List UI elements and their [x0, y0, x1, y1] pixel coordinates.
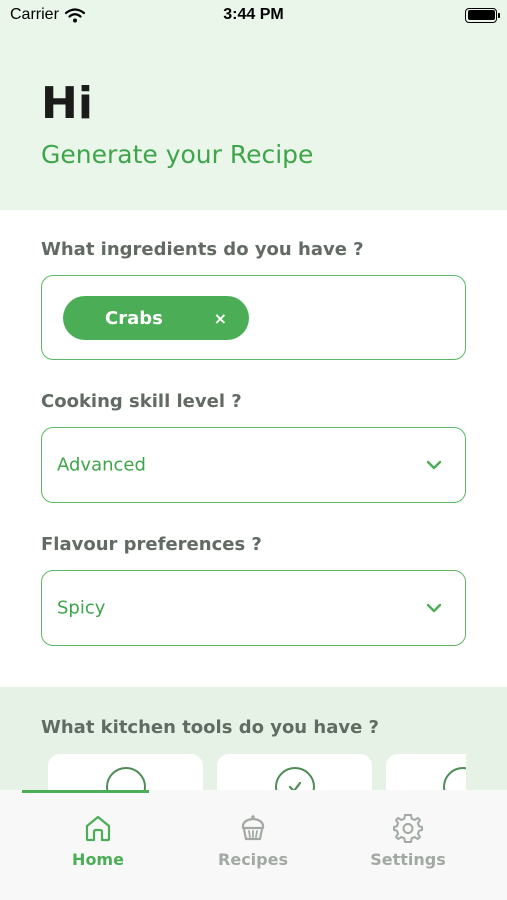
chevron-down-icon: [426, 460, 442, 470]
status-bar: Carrier 3:44 PM: [0, 0, 507, 30]
chip-remove-icon[interactable]: ×: [214, 309, 227, 328]
battery-icon: [465, 7, 500, 23]
ingredient-chip-label: Crabs: [105, 307, 163, 329]
skill-select[interactable]: Advanced: [41, 427, 466, 503]
cupcake-icon: [241, 815, 265, 841]
tab-recipes-label: Recipes: [218, 850, 288, 869]
gear-icon: [393, 814, 423, 843]
header: Hi Generate your Recipe: [0, 0, 507, 210]
ingredients-input[interactable]: Crabs ×: [41, 275, 466, 360]
greeting-title: Hi: [41, 78, 93, 129]
tab-recipes[interactable]: Recipes: [178, 790, 328, 900]
ingredient-chip[interactable]: Crabs ×: [63, 296, 249, 340]
chevron-down-icon: [426, 603, 442, 613]
tab-home[interactable]: Home: [23, 790, 173, 900]
home-icon: [85, 815, 111, 842]
wifi-icon: [64, 7, 85, 22]
tab-home-label: Home: [72, 850, 124, 869]
flavour-select[interactable]: Spicy: [41, 570, 466, 646]
tab-settings[interactable]: Settings: [333, 790, 483, 900]
status-left: Carrier: [10, 6, 85, 24]
flavour-value: Spicy: [57, 597, 106, 619]
skill-label: Cooking skill level ?: [41, 391, 242, 412]
page-subtitle: Generate your Recipe: [41, 140, 314, 169]
tab-bar: Home Recipes Settings: [0, 790, 507, 900]
skill-value: Advanced: [57, 454, 146, 476]
tools-label: What kitchen tools do you have ?: [41, 717, 380, 738]
ingredients-label: What ingredients do you have ?: [41, 239, 364, 260]
tab-settings-label: Settings: [370, 850, 446, 869]
carrier-label: Carrier: [10, 6, 59, 23]
flavour-label: Flavour preferences ?: [41, 534, 262, 555]
